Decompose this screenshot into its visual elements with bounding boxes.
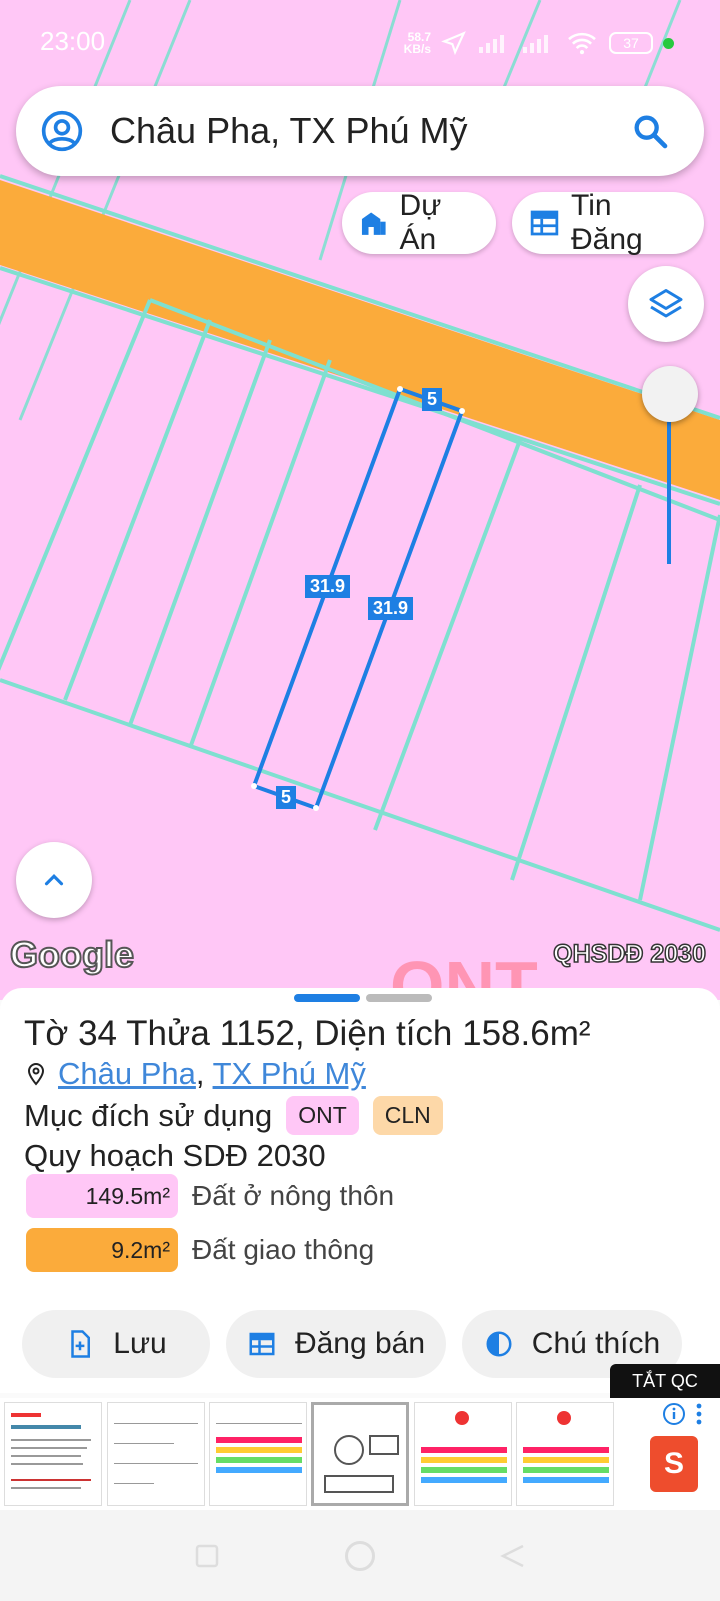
home-icon[interactable] (342, 1538, 378, 1574)
google-logo: Google (9, 933, 135, 976)
map-view[interactable]: ONT 5 31.9 31.9 5 23:00 58.7 KB/s 37 Châ… (0, 0, 720, 1000)
account-icon[interactable] (40, 109, 84, 153)
ad-thumbnail[interactable] (414, 1402, 512, 1506)
search-bar[interactable]: Châu Pha, TX Phú Mỹ (16, 86, 704, 176)
file-add-icon (71, 1330, 91, 1358)
location-arrow-icon (441, 31, 466, 56)
projects-chip-label: Dự Án (399, 189, 442, 256)
ad-thumbnail[interactable] (4, 1402, 102, 1506)
layers-icon (649, 289, 683, 318)
building-icon (361, 212, 386, 235)
system-navigation-bar (0, 1510, 720, 1601)
ad-banner[interactable]: S (0, 1398, 720, 1510)
shopee-bag-icon[interactable]: S (650, 1436, 698, 1492)
network-speed: 58.7 KB/s (403, 30, 431, 56)
action-bar: Lưu Đăng bán Chú thích (22, 1310, 682, 1378)
info-icon[interactable] (662, 1402, 686, 1426)
signal-icon-2 (523, 35, 548, 53)
opacity-slider-knob[interactable] (642, 366, 698, 422)
status-bar: 23:00 58.7 KB/s 37 (0, 0, 720, 84)
layer-badge: QHSDĐ 2030 (552, 939, 706, 969)
contrast-icon (486, 1331, 512, 1357)
location-pin-icon (27, 1062, 45, 1086)
privacy-dot (663, 37, 674, 49)
chevron-up-icon (44, 874, 64, 886)
ad-thumbnail[interactable] (311, 1402, 409, 1506)
expand-sheet-button[interactable] (16, 842, 92, 918)
search-icon[interactable] (630, 111, 670, 151)
land-use-row-residential: 149.5m² Đất ở nông thôn (26, 1174, 394, 1218)
post-for-sale-button[interactable]: Đăng bán (226, 1310, 446, 1378)
save-button[interactable]: Lưu (22, 1310, 210, 1378)
pager-indicator-active[interactable] (294, 994, 360, 1002)
land-use-label: Đất giao thông (192, 1234, 375, 1265)
listings-chip-label: Tin Đăng (570, 189, 643, 256)
selected-parcel-outline (251, 386, 465, 811)
status-icons: 58.7 KB/s 37 (404, 26, 674, 60)
recent-apps-icon[interactable] (192, 1541, 222, 1571)
listing-table-icon (249, 1332, 275, 1356)
battery-indicator: 37 (609, 32, 653, 54)
pager-indicator[interactable] (366, 994, 432, 1002)
listing-table-icon (530, 210, 559, 236)
dimension-label-bottom: 5 (276, 786, 297, 809)
land-use-area: 149.5m² (26, 1174, 178, 1218)
listings-chip[interactable]: Tin Đăng (512, 189, 704, 256)
commune-link[interactable]: Châu Pha (58, 1056, 196, 1091)
land-use-area: 9.2m² (26, 1228, 178, 1272)
signal-icon (479, 35, 504, 53)
ad-thumbnail[interactable] (107, 1402, 205, 1506)
land-use-label: Đất ở nông thôn (192, 1180, 395, 1211)
more-options-icon[interactable] (692, 1402, 706, 1426)
search-query[interactable]: Châu Pha, TX Phú Mỹ (110, 110, 630, 152)
dimension-label-top: 5 (422, 388, 443, 411)
usage-purpose-label: Mục đích sử dụng (24, 1097, 273, 1133)
plan-title: Quy hoạch SDĐ 2030 (24, 1138, 326, 1173)
layers-button[interactable] (628, 266, 704, 342)
sheet-pager[interactable] (294, 994, 432, 1002)
purpose-tag-cln[interactable]: CLN (372, 1096, 443, 1135)
purpose-tag-ont[interactable]: ONT (286, 1096, 359, 1135)
dimension-label-right: 31.9 (368, 597, 414, 620)
ad-thumbnail[interactable] (516, 1402, 614, 1506)
usage-purpose-row: Mục đích sử dụng ONT CLN (24, 1096, 443, 1135)
status-time: 23:00 (40, 26, 106, 56)
ad-thumbnail[interactable] (209, 1402, 307, 1506)
wifi-icon (568, 32, 596, 55)
dimension-label-left: 31.9 (305, 575, 351, 598)
parcel-title: Tờ 34 Thửa 1152, Diện tích 158.6m² (24, 1014, 591, 1053)
parcel-location: Châu Pha, TX Phú Mỹ (24, 1056, 366, 1092)
land-use-row-transport: 9.2m² Đất giao thông (26, 1228, 374, 1272)
town-link[interactable]: TX Phú Mỹ (213, 1056, 366, 1091)
projects-chip[interactable]: Dự Án (342, 189, 496, 256)
back-icon[interactable] (498, 1541, 528, 1571)
close-ads-button[interactable]: TẮT QC (610, 1364, 720, 1398)
